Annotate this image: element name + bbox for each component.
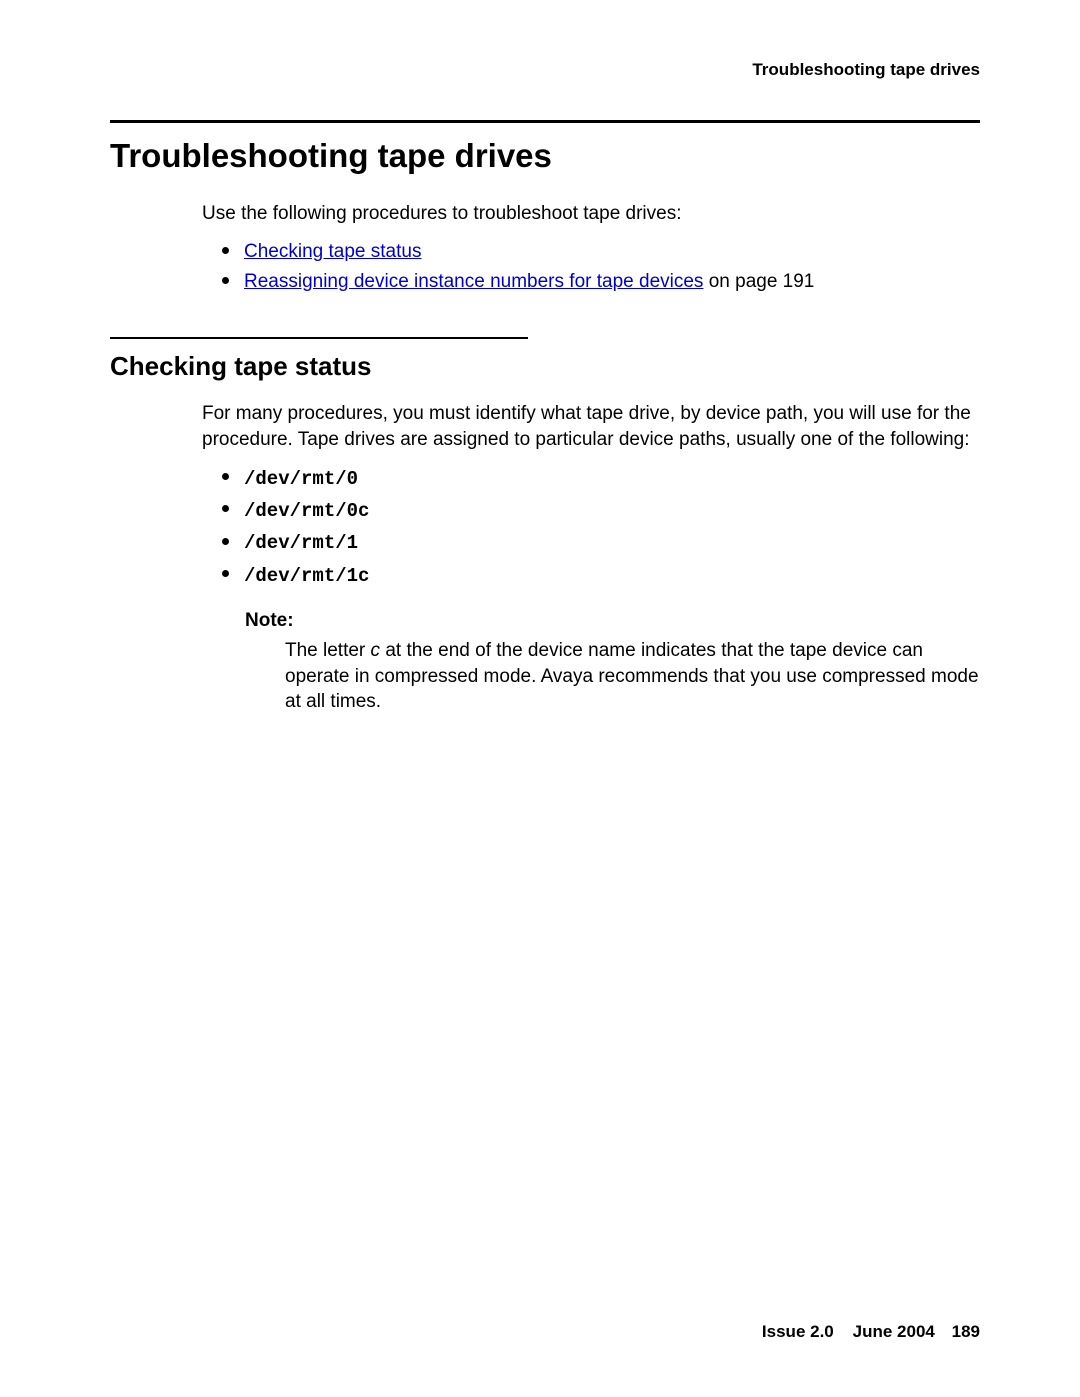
note-text-prefix: The letter bbox=[285, 640, 371, 661]
document-page: Troubleshooting tape drives Troubleshoot… bbox=[0, 0, 1080, 1397]
footer-page-number: 189 bbox=[952, 1322, 980, 1341]
list-item: Checking tape status bbox=[222, 237, 980, 267]
link-list: Checking tape status Reassigning device … bbox=[222, 237, 980, 298]
chapter-title: Troubleshooting tape drives bbox=[110, 137, 980, 175]
list-item: Reassigning device instance numbers for … bbox=[222, 267, 980, 297]
device-path-item: /dev/rmt/1c bbox=[222, 560, 980, 592]
link-checking-tape-status[interactable]: Checking tape status bbox=[244, 241, 421, 262]
section-title: Checking tape status bbox=[110, 351, 980, 382]
device-path-item: /dev/rmt/1 bbox=[222, 527, 980, 559]
chapter-intro: Use the following procedures to troubles… bbox=[202, 201, 980, 227]
page-footer: Issue 2.0 June 2004 189 bbox=[762, 1322, 980, 1342]
note-label: Note: bbox=[245, 610, 980, 632]
note-block: Note: The letter c at the end of the dev… bbox=[245, 610, 980, 715]
device-path-list: /dev/rmt/0 /dev/rmt/0c /dev/rmt/1 /dev/r… bbox=[222, 463, 980, 592]
device-path-item: /dev/rmt/0c bbox=[222, 495, 980, 527]
chapter-rule bbox=[110, 120, 980, 123]
note-body: The letter c at the end of the device na… bbox=[285, 638, 980, 715]
running-header: Troubleshooting tape drives bbox=[110, 60, 980, 80]
note-text-rest: at the end of the device name indicates … bbox=[285, 640, 979, 712]
link-suffix: on page 191 bbox=[703, 271, 814, 292]
device-path-item: /dev/rmt/0 bbox=[222, 463, 980, 495]
link-reassigning-device-numbers[interactable]: Reassigning device instance numbers for … bbox=[244, 271, 703, 292]
footer-date: June 2004 bbox=[853, 1322, 935, 1341]
note-em: c bbox=[371, 640, 381, 661]
footer-issue: Issue 2.0 bbox=[762, 1322, 834, 1341]
section-rule bbox=[110, 337, 528, 339]
section-body: For many procedures, you must identify w… bbox=[202, 401, 980, 452]
